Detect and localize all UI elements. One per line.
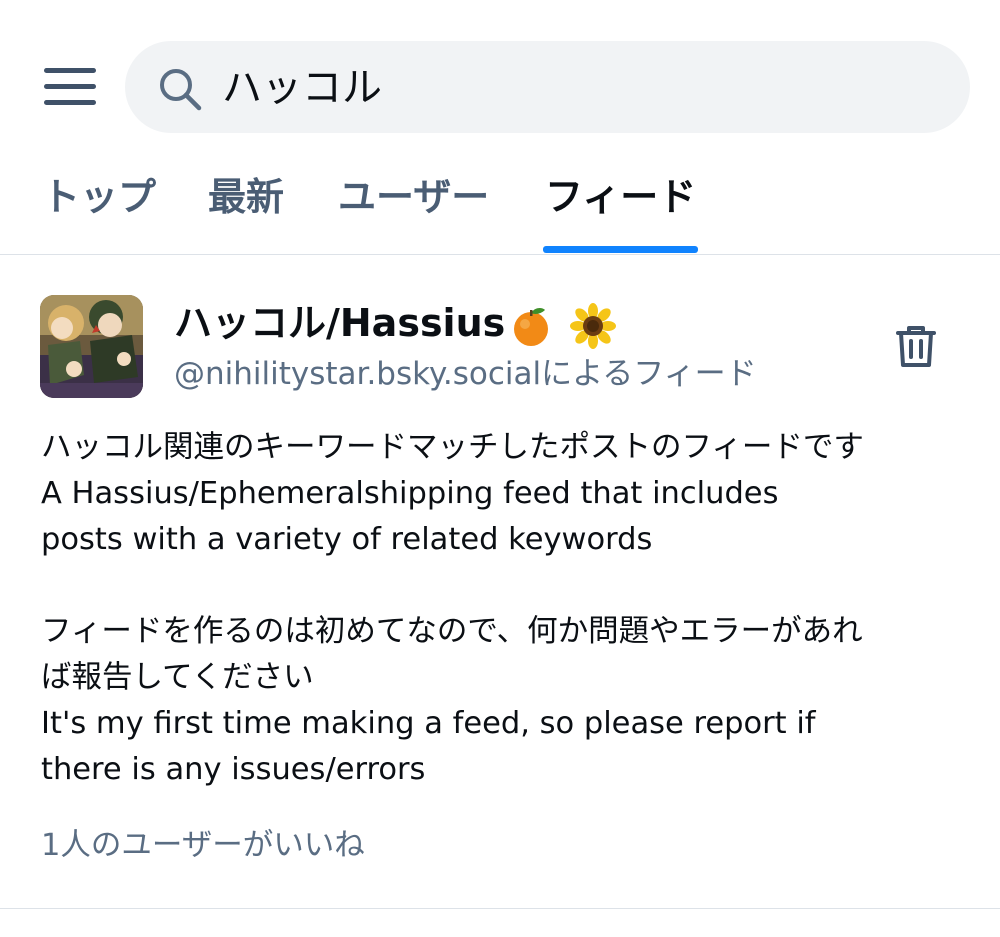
tab-users[interactable]: ユーザー — [338, 172, 489, 222]
tab-top[interactable]: トップ — [42, 172, 156, 222]
sunflower-emoji-icon — [569, 302, 617, 350]
search-icon — [160, 69, 202, 111]
feed-avatar[interactable] — [40, 295, 143, 398]
header: ハッコル — [0, 0, 1000, 150]
menu-line — [44, 84, 96, 89]
menu-line — [44, 100, 96, 105]
trash-icon[interactable] — [890, 321, 942, 373]
feed-description: ハッコル関連のキーワードマッチしたポストのフィードです A Hassius/Ep… — [41, 430, 864, 787]
tab-feeds[interactable]: フィード — [545, 172, 696, 222]
menu-line — [44, 68, 96, 73]
feed-card[interactable]: ハッコル/Hassius @nihilitystar.bsky.socialによ… — [0, 255, 1000, 909]
feed-name-text: ハッコル/Hassius — [174, 301, 506, 345]
orange-emoji-icon — [509, 304, 553, 348]
feed-title[interactable]: ハッコル/Hassius — [174, 295, 617, 351]
hamburger-menu-icon[interactable] — [44, 66, 98, 108]
search-query[interactable]: ハッコル — [222, 60, 382, 116]
like-count[interactable]: 1人のユーザーがいいね — [41, 823, 365, 869]
active-tab-indicator — [543, 246, 698, 253]
tab-latest[interactable]: 最新 — [208, 172, 284, 222]
feed-creator[interactable]: @nihilitystar.bsky.socialによるフィード — [174, 351, 757, 397]
search-tabs: トップ 最新 ユーザー フィード — [0, 150, 1000, 255]
